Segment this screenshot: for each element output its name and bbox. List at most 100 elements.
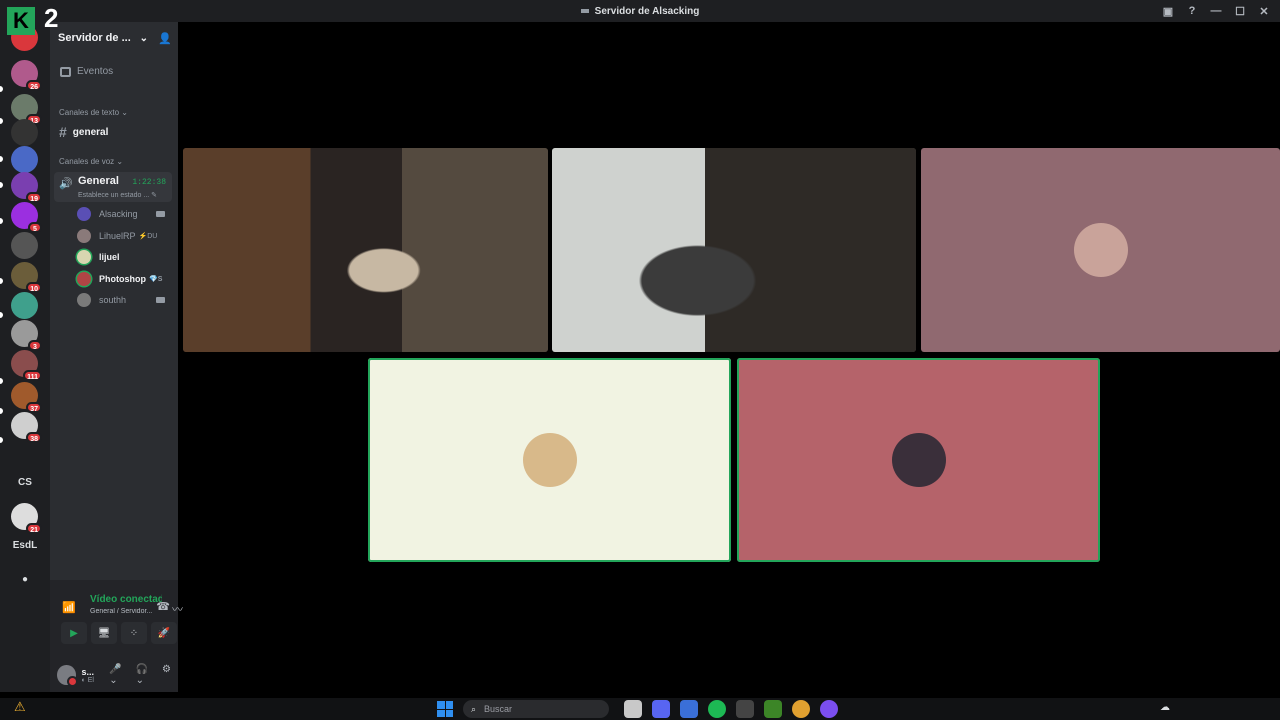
voice-action-buttons: ▶ 🖥 ⁘ 🚀	[61, 622, 177, 644]
server-icon[interactable]: 5	[11, 202, 42, 233]
spotify-icon[interactable]	[708, 700, 726, 718]
server-text-icon[interactable]: CS	[8, 477, 42, 488]
server-icon[interactable]: 26	[11, 60, 42, 91]
voice-user[interactable]: LihuelRP ⚡DU	[77, 228, 169, 243]
headphones-icon[interactable]: 🎧⌄	[136, 664, 154, 686]
text-channels-category[interactable]: Canales de texto ⌄	[59, 108, 128, 117]
browser-profile-icon[interactable]	[820, 700, 838, 718]
server-icon[interactable]	[11, 146, 38, 173]
chrome-icon[interactable]	[792, 700, 810, 718]
participant-tile[interactable]	[368, 358, 731, 562]
avatar	[77, 293, 91, 307]
participant-tile[interactable]	[737, 358, 1100, 562]
mention-badge: 5	[28, 222, 42, 233]
unread-indicator	[0, 182, 3, 188]
avatar	[77, 228, 91, 243]
unread-indicator	[0, 378, 3, 384]
server-icon[interactable]: 38	[11, 412, 42, 443]
mention-badge: 19	[26, 192, 42, 203]
voice-user-name: Photoshop	[99, 273, 146, 284]
server-icon[interactable]: 10	[11, 262, 42, 293]
mention-badge: 10	[26, 282, 42, 293]
disconnect-icon[interactable]: ☎	[156, 600, 170, 613]
voice-user-name: lijuel	[99, 252, 120, 262]
server-icon[interactable]: 37	[11, 382, 42, 413]
mention-badge: 3	[28, 340, 42, 351]
voice-user-name: southh	[99, 295, 127, 305]
user-panel: s... ◐ El 🎤⌄ 🎧⌄ ⚙	[50, 658, 178, 692]
microphone-icon[interactable]: 🎤⌄	[109, 664, 127, 686]
help-icon[interactable]: ?	[1182, 2, 1202, 20]
screen-share-button[interactable]: 🖥	[91, 622, 117, 644]
voice-channel-status[interactable]: Establece un estado ... ✎	[78, 191, 157, 199]
close-button[interactable]: ✕	[1254, 2, 1274, 20]
server-icon[interactable]: 111	[11, 350, 42, 381]
server-icon[interactable]	[11, 232, 38, 259]
hash-icon: #	[59, 124, 67, 140]
task-view-icon[interactable]	[624, 700, 642, 718]
add-user-icon[interactable]: 👤	[158, 32, 172, 45]
unread-indicator	[0, 437, 3, 443]
minecraft-icon[interactable]	[764, 700, 782, 718]
recording-logo: K	[7, 7, 35, 35]
voice-user[interactable]: Photoshop 💎S	[77, 271, 169, 286]
server-icon[interactable]: 3	[11, 320, 42, 351]
server-list: 26 13 19 5 10 3 111 37 38 CS 21 EsdL ●	[0, 22, 50, 692]
voice-user[interactable]: southh	[77, 293, 169, 307]
inbox-icon[interactable]: ▣	[1158, 2, 1178, 20]
server-header[interactable]: Servidor de ... ⌄ 👤	[50, 22, 178, 54]
server-icon[interactable]	[11, 119, 38, 146]
steam-icon[interactable]	[736, 700, 754, 718]
channel-general-text[interactable]: # general	[59, 124, 108, 140]
call-timer: 1:22:38	[132, 178, 166, 187]
avatar[interactable]	[57, 665, 77, 687]
maximize-button[interactable]: ☐	[1230, 2, 1250, 20]
server-text-icon[interactable]: EsdL	[8, 540, 42, 551]
events-item[interactable]: Eventos	[60, 66, 113, 77]
camera-feed	[183, 148, 548, 352]
minimize-button[interactable]: —	[1206, 2, 1226, 20]
server-icon[interactable]: 21	[11, 503, 42, 534]
cloud-icon[interactable]: ☁	[1160, 702, 1170, 713]
mention-badge: 37	[26, 402, 42, 413]
voice-channel-general[interactable]: 🔊 General 1:22:38 Establece un estado ..…	[54, 172, 172, 202]
participant-tile[interactable]	[921, 148, 1280, 352]
voice-user[interactable]: lijuel	[77, 250, 169, 264]
channel-sidebar: Servidor de ... ⌄ 👤 Eventos Canales de t…	[50, 22, 183, 692]
avatar	[522, 433, 577, 487]
gear-icon[interactable]: ⚙	[162, 664, 171, 686]
video-stream-tile[interactable]	[552, 148, 916, 352]
connection-subtitle[interactable]: General / Servidor...	[90, 608, 162, 615]
server-icon[interactable]: 13	[11, 94, 42, 125]
video-stream-tile[interactable]	[183, 148, 548, 352]
server-icon[interactable]	[11, 292, 38, 319]
taskbar-search[interactable]: ⌕ Buscar	[463, 700, 609, 718]
discord-icon[interactable]	[652, 700, 670, 718]
activities-button[interactable]: ⁘	[121, 622, 147, 644]
camera-button[interactable]: ▶	[61, 622, 87, 644]
window-controls: ▣ ? — ☐ ✕	[1158, 2, 1274, 20]
unread-indicator	[0, 156, 3, 162]
unread-indicator	[0, 86, 3, 92]
warning-icon[interactable]: ⚠	[14, 699, 26, 715]
add-server-icon[interactable]: ●	[8, 574, 42, 585]
voice-channels-category[interactable]: Canales de voz ⌄	[59, 157, 123, 166]
unread-indicator	[0, 218, 3, 224]
signal-icon[interactable]: 📶	[62, 601, 76, 614]
chevron-down-icon[interactable]: ⌄	[140, 33, 148, 44]
unread-indicator	[0, 408, 3, 414]
windows-start-icon[interactable]	[437, 701, 453, 717]
search-placeholder: Buscar	[484, 704, 513, 714]
voice-user[interactable]: Alsacking	[77, 207, 169, 221]
voice-user-name: Alsacking	[99, 209, 138, 219]
files-icon[interactable]	[680, 700, 698, 718]
camera-feed	[552, 148, 916, 352]
noise-suppression-icon[interactable]: 〰	[172, 601, 183, 617]
avatar	[891, 433, 946, 487]
server-icon[interactable]: 19	[11, 172, 42, 203]
server-icon	[580, 9, 589, 13]
voice-channel-name: General	[78, 175, 119, 187]
connection-title: Vídeo conectad	[90, 594, 162, 605]
events-label: Eventos	[77, 66, 114, 77]
soundboard-button[interactable]: 🚀	[151, 622, 177, 644]
